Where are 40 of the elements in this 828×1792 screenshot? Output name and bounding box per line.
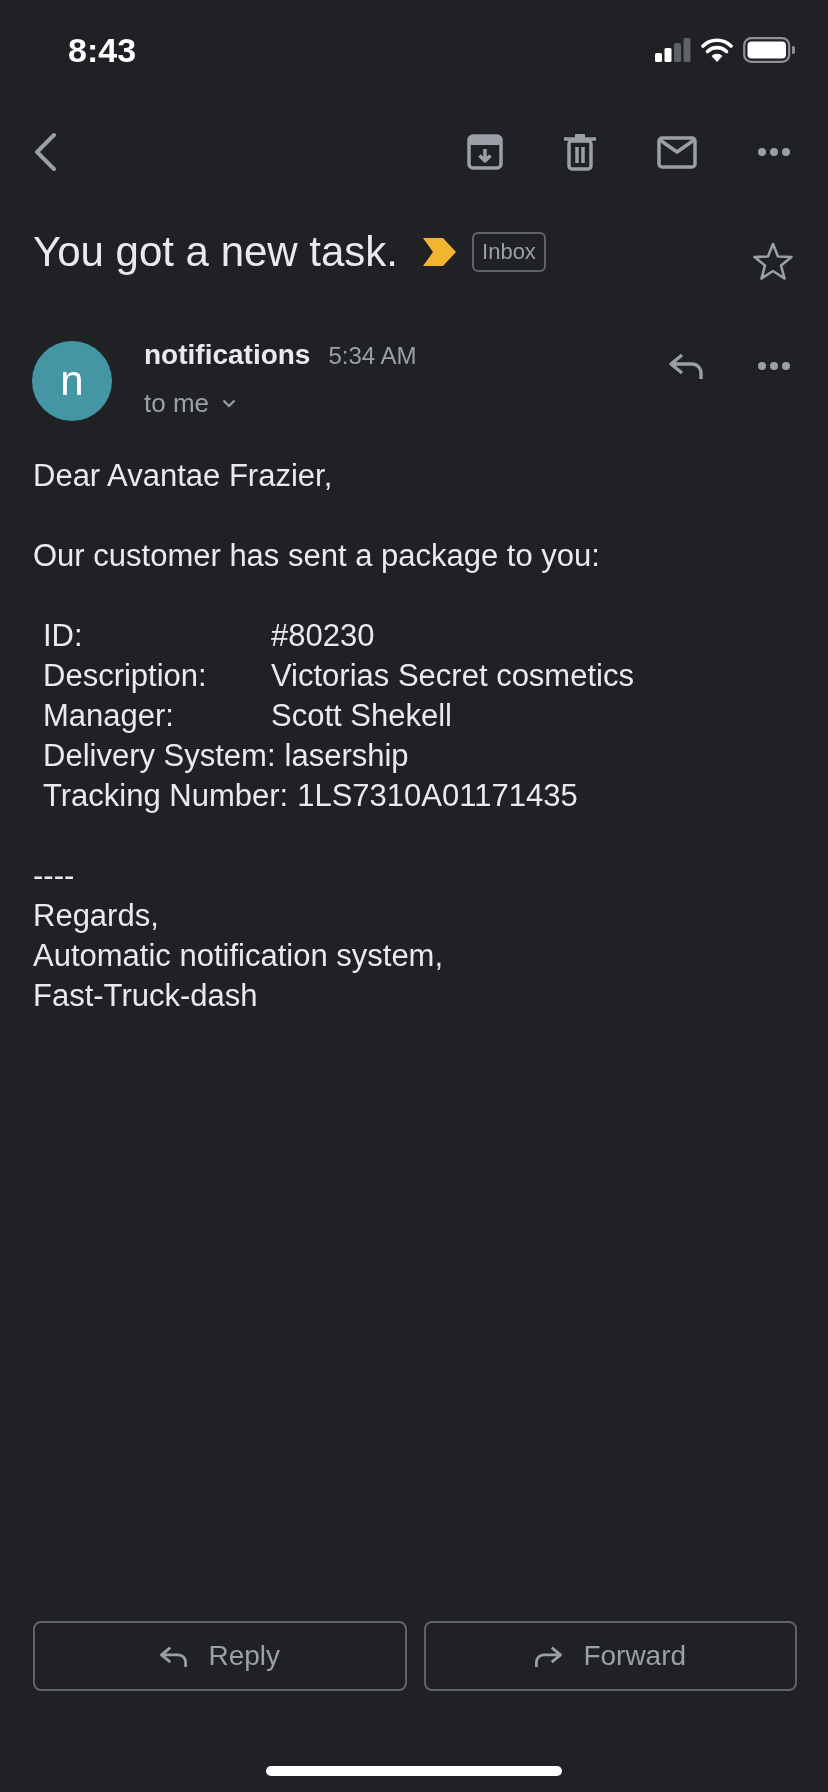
reply-icon [668,352,704,380]
battery-icon [743,37,795,63]
chevron-down-icon [222,398,237,408]
forward-icon [534,1644,564,1668]
reply-button[interactable]: Reply [33,1621,407,1691]
sender-name: notifications [144,339,311,371]
reply-icon [159,1644,189,1668]
back-icon[interactable] [33,132,57,172]
status-time: 8:43 [68,30,137,70]
detail-label: ID: [43,617,84,655]
detail-value: #80230 [271,617,375,655]
label-tag: Inbox [472,232,546,272]
trash-icon[interactable] [564,133,596,171]
email-subject: You got a new task. [33,227,399,277]
signal-icon [655,38,691,62]
detail-value: 1LS7310A01171435 [297,777,578,815]
detail-value: Victorias Secret cosmetics [271,657,634,695]
forward-button[interactable]: Forward [423,1621,797,1691]
star-icon[interactable] [753,242,793,280]
detail-label: Manager: [43,697,175,735]
sender-avatar: n [32,341,112,421]
detail-value: Scott Shekell [271,697,452,735]
sent-time: 5:34 AM [328,341,417,371]
more-icon[interactable] [758,362,790,370]
intro-text: Our customer has sent a package to you: [33,537,601,575]
separator-text: ---- [33,857,76,895]
wifi-icon [701,38,733,62]
signature-line: Regards, [33,897,160,935]
archive-icon[interactable] [467,134,503,170]
detail-label: Delivery System: [43,737,276,775]
detail-label: Description: [43,657,208,695]
importance-marker-icon[interactable] [423,238,457,266]
signature-line: Automatic notification system, [33,937,445,975]
more-icon[interactable] [758,148,790,156]
greeting-text: Dear Avantae Frazier, [33,457,334,495]
recipient-toggle[interactable]: to me [144,387,237,419]
detail-value: lasership [284,737,409,775]
signature-line: Fast-Truck-dash [33,977,259,1015]
detail-label: Tracking Number: [43,777,289,815]
mail-icon[interactable] [657,135,697,169]
